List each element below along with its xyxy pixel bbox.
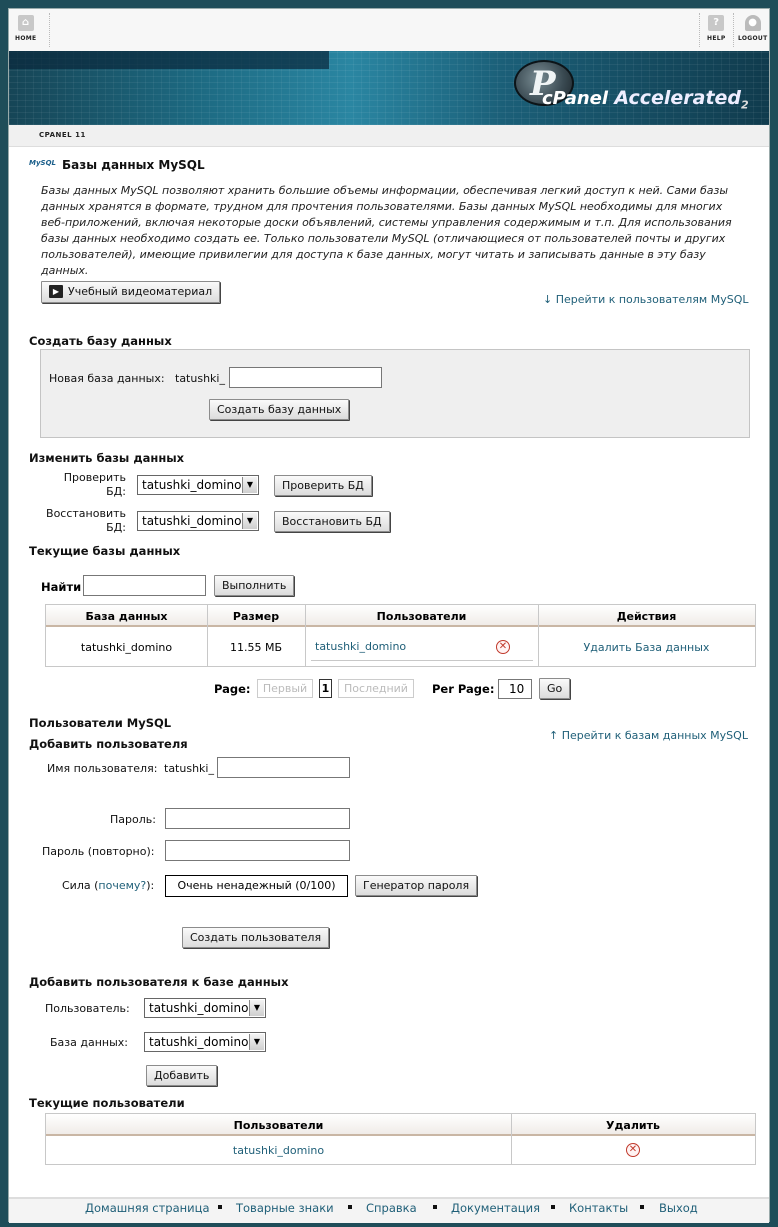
col-header-database: База данных xyxy=(85,610,168,623)
col-header-delete: Удалить xyxy=(606,1119,660,1132)
page-title: Базы данных MySQL xyxy=(62,158,205,172)
arrow-down-icon: ↓ xyxy=(543,293,553,306)
jump-to-users-link[interactable]: ↓ Перейти к пользователям MySQL xyxy=(543,293,748,306)
help-button[interactable]: ? HELP xyxy=(707,15,726,42)
footer-help-link[interactable]: Справка xyxy=(366,1201,417,1215)
page-frame: ⌂ HOME ? HELP ● LOGOUT P cPanel Accelera… xyxy=(8,8,770,1223)
password-input[interactable] xyxy=(165,808,350,829)
video-icon: ▶ xyxy=(49,285,63,298)
strength-label: Сила (почему?): xyxy=(62,879,155,892)
add-user-to-db-heading: Добавить пользователя к базе данных xyxy=(29,975,289,989)
col-header-user: Пользователи xyxy=(233,1119,324,1132)
create-user-button[interactable]: Создать пользователя xyxy=(182,927,330,948)
add-user-to-db-button[interactable]: Добавить xyxy=(146,1065,218,1086)
username-prefix: tatushki_ xyxy=(164,762,214,775)
user-select-label: Пользователь: xyxy=(45,1002,130,1015)
password-repeat-label: Пароль (повторно): xyxy=(42,845,155,858)
create-db-panel xyxy=(40,349,750,438)
db-size-cell: 11.55 МБ xyxy=(229,641,283,654)
video-tutorial-button[interactable]: ▶ Учебный видеоматериал xyxy=(41,281,221,303)
chevron-down-icon: ▼ xyxy=(242,477,257,493)
toolbar-divider xyxy=(49,13,50,47)
db-user-link[interactable]: tatushki_domino xyxy=(315,640,406,653)
per-page-go-button[interactable]: Go xyxy=(539,678,571,699)
col-header-users: Пользователи xyxy=(376,610,467,623)
repair-db-label: Восстановить БД: xyxy=(46,507,126,534)
check-db-button[interactable]: Проверить БД xyxy=(274,475,372,496)
logout-button[interactable]: ● LOGOUT xyxy=(738,15,768,42)
home-icon: ⌂ xyxy=(17,15,34,31)
footer-contacts-link[interactable]: Контакты xyxy=(569,1201,628,1215)
password-repeat-input[interactable] xyxy=(165,840,350,861)
delete-user-icon[interactable]: ✕ xyxy=(626,1143,640,1157)
chevron-down-icon: ▼ xyxy=(249,1000,264,1016)
add-user-heading: Добавить пользователя xyxy=(29,737,188,751)
footer-logout-link[interactable]: Выход xyxy=(659,1201,698,1215)
current-db-heading: Текущие базы данных xyxy=(29,544,181,558)
per-page-label: Per Page: xyxy=(432,682,495,696)
check-db-select[interactable]: tatushki_domino ▼ xyxy=(137,475,259,495)
footer-trademarks-link[interactable]: Товарные знаки xyxy=(236,1201,334,1215)
current-page[interactable]: 1 xyxy=(319,679,332,698)
new-db-label: Новая база данных: xyxy=(49,372,165,385)
create-db-heading: Создать базу данных xyxy=(29,334,172,348)
why-link[interactable]: почему? xyxy=(98,879,146,892)
repair-db-select[interactable]: tatushki_domino ▼ xyxy=(137,511,259,531)
create-db-button[interactable]: Создать базу данных xyxy=(209,399,350,420)
db-prefix: tatushki_ xyxy=(175,372,225,385)
delete-db-link[interactable]: Удалить База данных xyxy=(538,641,755,654)
breadcrumb[interactable]: CPANEL 11 xyxy=(39,131,86,139)
password-generator-button[interactable]: Генератор пароля xyxy=(355,875,478,896)
new-db-input[interactable] xyxy=(229,367,382,388)
page-description: Базы данных MySQL позволяют хранить боль… xyxy=(41,184,732,277)
per-page-input[interactable]: 10 xyxy=(498,679,532,699)
check-db-label: Проверить БД: xyxy=(63,471,126,498)
chevron-down-icon: ▼ xyxy=(249,1034,264,1050)
page-label: Page: xyxy=(214,682,251,696)
user-link[interactable]: tatushki_domino xyxy=(46,1144,511,1157)
help-icon: ? xyxy=(708,15,725,31)
password-label: Пароль: xyxy=(110,813,156,826)
repair-db-button[interactable]: Восстановить БД xyxy=(274,511,390,532)
toolbar-divider xyxy=(733,13,734,47)
user-icon: ● xyxy=(744,15,761,31)
footer-docs-link[interactable]: Документация xyxy=(451,1201,540,1215)
toolbar-divider xyxy=(699,13,700,47)
mysql-logo-icon: MySQL xyxy=(29,159,56,167)
db-select-label: База данных: xyxy=(50,1036,129,1049)
user-select[interactable]: tatushki_domino ▼ xyxy=(144,998,266,1018)
mysql-users-heading: Пользователи MySQL xyxy=(29,716,172,730)
last-page-button[interactable]: Последний xyxy=(338,679,414,698)
arrow-up-icon: ↑ xyxy=(549,729,559,742)
db-select[interactable]: tatushki_domino ▼ xyxy=(144,1032,266,1052)
username-input[interactable] xyxy=(217,757,350,778)
top-toolbar: ⌂ HOME ? HELP ● LOGOUT xyxy=(9,9,769,51)
modify-db-heading: Изменить базы данных xyxy=(29,451,185,465)
password-strength-meter: Очень ненадежный (0/100) xyxy=(165,875,348,897)
current-users-heading: Текущие пользователи xyxy=(29,1096,185,1110)
col-header-actions: Действия xyxy=(616,610,677,623)
jump-to-dbs-link[interactable]: ↑ Перейти к базам данных MySQL xyxy=(549,729,748,742)
footer-home-link[interactable]: Домашняя страница xyxy=(85,1201,210,1215)
db-name-cell: tatushki_domino xyxy=(80,641,173,654)
col-header-size: Размер xyxy=(232,610,280,623)
db-search-input[interactable] xyxy=(83,575,206,596)
cpanel-logo-text: cPanel Accelerated2 xyxy=(542,87,749,112)
home-button[interactable]: ⌂ HOME xyxy=(15,15,36,42)
cpanel-banner: P cPanel Accelerated2 xyxy=(9,51,769,125)
username-label: Имя пользователя: xyxy=(47,762,158,775)
chevron-down-icon: ▼ xyxy=(242,513,257,529)
search-button[interactable]: Выполнить xyxy=(214,575,295,596)
search-label: Найти xyxy=(41,580,82,594)
remove-user-from-db-icon[interactable]: ✕ xyxy=(496,640,510,654)
first-page-button[interactable]: Первый xyxy=(257,679,313,698)
